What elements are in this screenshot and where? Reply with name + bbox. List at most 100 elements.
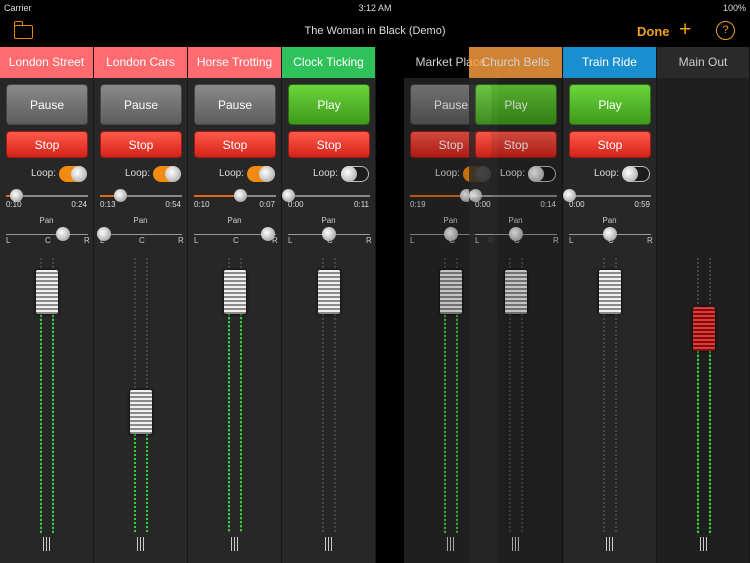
pan-left-label: L: [194, 236, 199, 245]
pan-thumb[interactable]: [56, 227, 70, 241]
loop-toggle[interactable]: [59, 166, 87, 182]
duration-time: 0:54: [165, 200, 181, 209]
loop-toggle[interactable]: [247, 166, 275, 182]
pan-label: Pan: [39, 216, 54, 225]
volume-fader[interactable]: [318, 270, 340, 314]
fader-grip-icon: [700, 537, 708, 551]
status-bar: Carrier 3:12 AM 100%: [0, 0, 750, 16]
level-fill: [39, 298, 43, 533]
channel-name[interactable]: Church Bells: [469, 47, 562, 78]
level-fill: [227, 312, 231, 533]
battery-label: 100%: [722, 3, 746, 13]
seek-thumb[interactable]: [234, 189, 247, 202]
level-fill: [455, 298, 459, 533]
loop-toggle[interactable]: [622, 166, 650, 182]
pause-button[interactable]: Pause: [6, 84, 88, 125]
pan-slider[interactable]: [194, 227, 276, 241]
pan-right-label: R: [178, 236, 184, 245]
fader-grip-icon: [325, 537, 333, 551]
pan-right-label: R: [366, 236, 372, 245]
stop-button[interactable]: Stop: [288, 131, 370, 158]
fader-grip-icon: [137, 537, 145, 551]
channel-name[interactable]: Clock Ticking: [282, 47, 375, 78]
channel-name[interactable]: Horse Trotting: [188, 47, 281, 78]
level-fill: [239, 312, 243, 533]
level-meter-left: [696, 257, 700, 533]
elapsed-time: 0:13: [100, 200, 116, 209]
channel-name[interactable]: London Cars: [94, 47, 187, 78]
loop-label: Loop:: [218, 168, 244, 179]
pan-right-label: R: [84, 236, 90, 245]
play-button[interactable]: Play: [475, 84, 557, 125]
pan-center-label: C: [608, 236, 614, 245]
seek-slider[interactable]: [100, 189, 182, 202]
seek-slider[interactable]: [194, 189, 276, 202]
channel-strip-main-out: Main Out: [657, 47, 750, 563]
volume-fader[interactable]: [505, 270, 527, 314]
pan-center-label: C: [233, 236, 239, 245]
fader-grip-icon: [512, 537, 520, 551]
seek-progress: [410, 195, 466, 197]
seek-slider[interactable]: [282, 189, 370, 202]
fader-grip-icon: [447, 537, 455, 551]
seek-slider[interactable]: [563, 189, 651, 202]
pan-left-label: L: [288, 236, 293, 245]
pan-slider[interactable]: [288, 227, 370, 241]
channel-name[interactable]: Train Ride: [563, 47, 656, 78]
loop-toggle[interactable]: [528, 166, 556, 182]
clock: 3:12 AM: [358, 3, 392, 13]
channel-strip-london-cars: London Cars Pause Stop Loop: 0:13 0:54 Pan L C R: [94, 47, 188, 563]
fader-grip-icon: [231, 537, 239, 551]
play-button[interactable]: Play: [288, 84, 370, 125]
stop-button[interactable]: Stop: [100, 131, 182, 158]
pan-right-label: R: [647, 236, 653, 245]
pan-label: Pan: [508, 216, 523, 225]
toggle-knob: [259, 166, 275, 182]
level-fill: [443, 298, 447, 533]
done-button[interactable]: Done: [637, 24, 670, 39]
volume-fader[interactable]: [440, 270, 462, 314]
loop-toggle[interactable]: [153, 166, 181, 182]
pan-slider[interactable]: [475, 227, 557, 241]
volume-fader[interactable]: [599, 270, 621, 314]
stop-button[interactable]: Stop: [194, 131, 276, 158]
pan-center-label: C: [45, 236, 51, 245]
pan-label: Pan: [602, 216, 617, 225]
level-fill: [696, 334, 700, 533]
volume-fader[interactable]: [36, 270, 58, 314]
pan-left-label: L: [100, 236, 105, 245]
pan-slider[interactable]: [97, 227, 182, 241]
level-meter-right: [708, 257, 712, 533]
stop-button[interactable]: Stop: [569, 131, 651, 158]
toggle-knob: [622, 166, 638, 182]
add-icon[interactable]: +: [679, 18, 691, 42]
pan-left-label: L: [410, 236, 415, 245]
loop-label: Loop:: [124, 168, 150, 179]
volume-fader[interactable]: [224, 270, 246, 314]
pause-button[interactable]: Pause: [194, 84, 276, 125]
duration-time: 0:14: [540, 200, 556, 209]
seek-slider[interactable]: [469, 189, 557, 202]
seek-slider[interactable]: [6, 189, 88, 202]
stop-button[interactable]: Stop: [475, 131, 557, 158]
pan-slider[interactable]: [569, 227, 651, 241]
channel-strip-train-ride: Train Ride Play Stop Loop: 0:00 0:59 Pan L C R: [563, 47, 657, 563]
stop-button[interactable]: Stop: [6, 131, 88, 158]
elapsed-time: 0:00: [288, 200, 304, 209]
toggle-knob: [71, 166, 87, 182]
pan-slider[interactable]: [6, 227, 88, 241]
toggle-knob: [528, 166, 544, 182]
channel-strip-clock-ticking: Clock Ticking Play Stop Loop: 0:00 0:11 Pan L C R: [282, 47, 376, 563]
help-icon[interactable]: ?: [716, 21, 735, 40]
nav-bar: The Woman in Black (Demo) Done + ?: [0, 16, 750, 47]
pause-button[interactable]: Pause: [100, 84, 182, 125]
channel-strip-church-bells: Church Bells Play Stop Loop: 0:00 0:14 Pan L C R: [469, 47, 563, 563]
channel-name[interactable]: London Street: [0, 47, 93, 78]
volume-fader[interactable]: [130, 390, 152, 434]
duration-time: 0:07: [259, 200, 275, 209]
pan-left-label: L: [6, 236, 11, 245]
loop-label: Loop:: [499, 168, 525, 179]
loop-toggle[interactable]: [341, 166, 369, 182]
volume-fader[interactable]: [693, 307, 715, 351]
play-button[interactable]: Play: [569, 84, 651, 125]
